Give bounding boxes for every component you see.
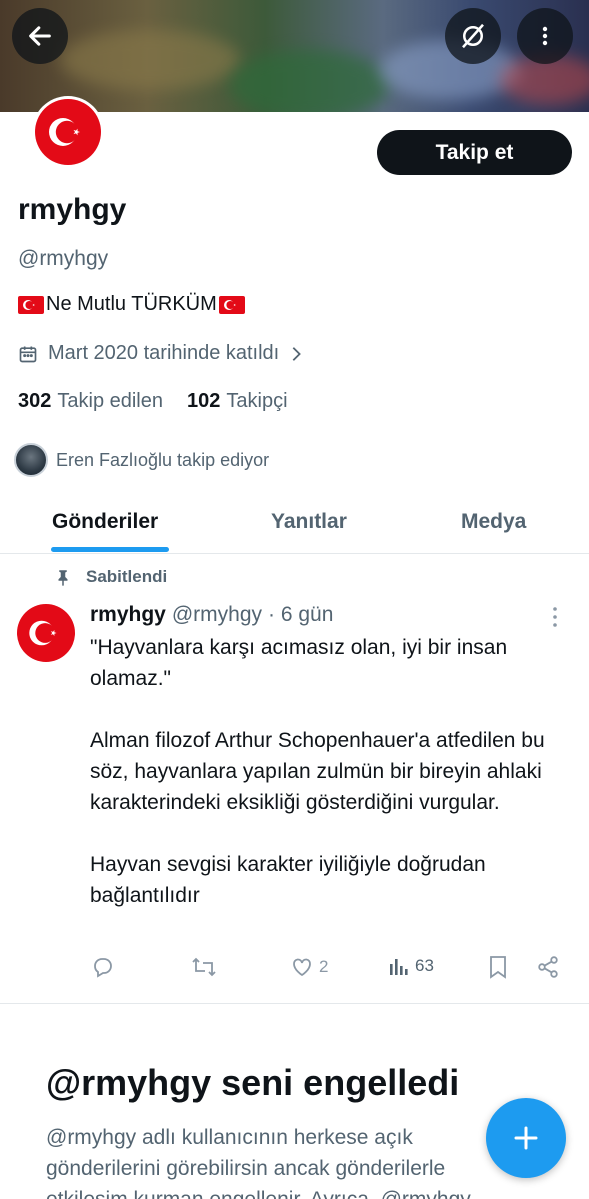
reply-button[interactable] — [91, 955, 115, 979]
profile-handle: @rmyhgy — [18, 247, 109, 270]
followers-label: Takipçi — [226, 390, 288, 412]
analytics-icon — [390, 959, 408, 975]
heart-icon — [293, 958, 311, 977]
like-button[interactable]: 2 — [290, 955, 328, 979]
post-author-avatar[interactable] — [17, 604, 75, 662]
bio-text: Ne Mutlu TÜRKÜM — [46, 293, 217, 315]
profile-name: rmyhgy — [18, 193, 127, 226]
pinned-indicator: Sabitlendi — [54, 567, 167, 587]
pin-icon — [58, 570, 68, 586]
reply-icon — [94, 958, 112, 978]
vertical-dots-icon — [542, 26, 548, 46]
section-divider — [0, 1003, 589, 1004]
bookmark-icon — [490, 956, 506, 979]
post-actions: 2 63 — [90, 955, 570, 985]
bookmark-button[interactable] — [488, 955, 508, 979]
profile-tabs: Gönderiler Yanıtlar Medya — [0, 498, 589, 554]
turkish-flag-avatar — [17, 604, 75, 662]
more-options-button[interactable] — [517, 8, 573, 64]
view-count: 63 — [415, 956, 434, 975]
tab-posts[interactable]: Gönderiler — [52, 510, 158, 534]
pinned-label: Sabitlendi — [86, 567, 168, 586]
following-label: Takip edilen — [57, 390, 163, 412]
profile-banner[interactable] — [0, 0, 589, 112]
following-count: 302 — [18, 390, 52, 412]
grok-icon — [462, 23, 484, 49]
post-author-name[interactable]: rmyhgy — [90, 603, 166, 627]
following-link[interactable]: 302 Takip edilen — [18, 390, 163, 413]
repost-button[interactable] — [191, 955, 217, 979]
vertical-dots-icon — [553, 607, 557, 627]
followed-by-text: Eren Fazlıoğlu takip ediyor — [56, 449, 270, 470]
calendar-icon — [19, 346, 37, 362]
followed-by[interactable]: Eren Fazlıoğlu takip ediyor — [14, 443, 269, 477]
post-text: "Hayvanlara karşı acımasız olan, iyi bir… — [90, 636, 545, 907]
blocked-title: @rmyhgy seni engelledi — [46, 1062, 460, 1103]
grok-button[interactable] — [445, 8, 501, 64]
repost-icon — [192, 957, 216, 977]
blocked-text: @rmyhgy adlı kullanıcının herkese açık g… — [46, 1126, 471, 1199]
followers-count: 102 — [187, 390, 221, 412]
profile-bio: Ne Mutlu TÜRKÜM — [18, 293, 245, 316]
post-more-button[interactable] — [551, 606, 559, 628]
joined-date[interactable]: Mart 2020 tarihinde katıldı — [18, 342, 303, 365]
views-button[interactable]: 63 — [388, 955, 434, 977]
like-count: 2 — [319, 957, 329, 976]
follow-button[interactable]: Takip et — [377, 130, 572, 175]
post-time[interactable]: · 6 gün — [268, 603, 333, 627]
tab-media[interactable]: Medya — [461, 510, 526, 534]
turkish-flag-avatar — [35, 99, 101, 165]
active-tab-indicator — [51, 547, 169, 552]
followers-link[interactable]: 102 Takipçi — [187, 390, 288, 413]
profile-avatar[interactable] — [32, 96, 104, 168]
follow-counts: 302 Takip edilen 102 Takipçi — [18, 390, 288, 413]
share-button[interactable] — [536, 955, 560, 979]
turkish-flag-emoji — [218, 295, 245, 314]
share-icon — [538, 956, 558, 978]
arrow-left-icon — [29, 26, 51, 46]
joined-text: Mart 2020 tarihinde katıldı — [48, 342, 280, 364]
compose-button[interactable] — [486, 1098, 566, 1178]
post-author-handle[interactable]: @rmyhgy — [172, 603, 262, 627]
turkish-flag-emoji — [18, 295, 44, 314]
chevron-right-icon — [292, 346, 302, 361]
follower-avatar — [14, 443, 48, 477]
back-button[interactable] — [12, 8, 68, 64]
tab-replies[interactable]: Yanıtlar — [271, 510, 347, 534]
plus-icon — [514, 1126, 538, 1150]
post-header: rmyhgy @rmyhgy · 6 gün — [90, 603, 333, 627]
